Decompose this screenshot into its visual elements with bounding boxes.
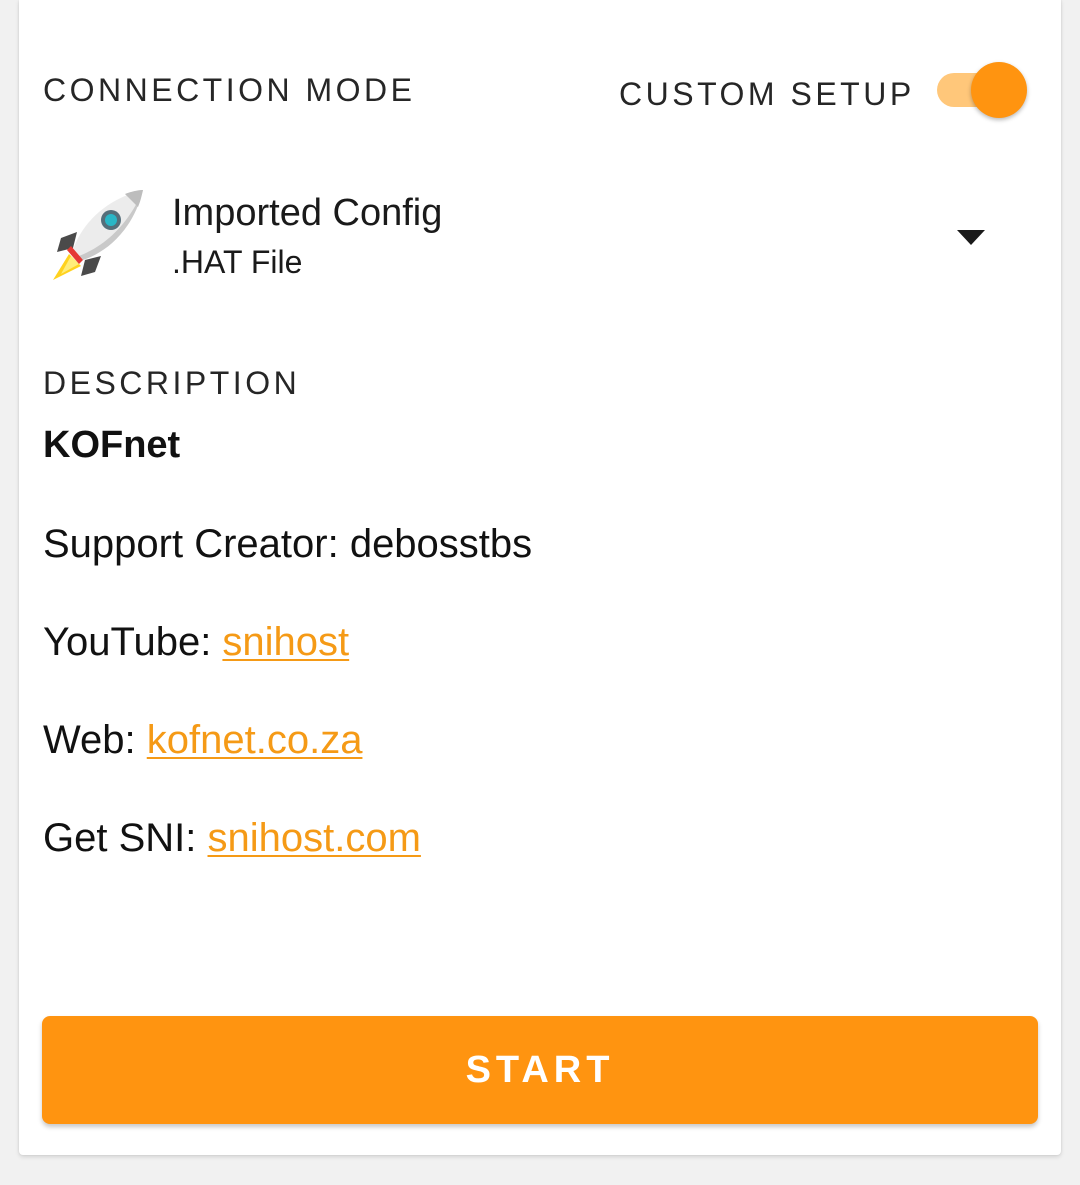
web-prefix: Web: [43, 718, 147, 762]
youtube-line: YouTube: snihost [43, 620, 349, 665]
custom-setup-toggle[interactable] [937, 62, 1027, 118]
support-creator-line: Support Creator: debosstbs [43, 522, 533, 566]
custom-setup-label: CUSTOM SETUP [619, 76, 915, 112]
get-sni-link[interactable]: snihost.com [208, 816, 421, 860]
rocket-icon [51, 188, 145, 282]
web-line: Web: kofnet.co.za [43, 718, 362, 763]
config-subtitle: .HAT File [172, 244, 303, 280]
start-button[interactable]: START [42, 1016, 1038, 1124]
get-sni-prefix: Get SNI: [43, 816, 208, 860]
youtube-link[interactable]: snihost [222, 620, 349, 664]
toggle-thumb [971, 62, 1027, 118]
description-label: DESCRIPTION [43, 365, 301, 401]
config-selector[interactable]: Imported Config .HAT File [43, 180, 1043, 290]
description-name: KOFnet [43, 424, 181, 466]
connection-card: CONNECTION MODE CUSTOM SETUP Imported Co… [19, 0, 1061, 1155]
connection-mode-label: CONNECTION MODE [43, 72, 416, 108]
get-sni-line: Get SNI: snihost.com [43, 816, 421, 861]
web-link[interactable]: kofnet.co.za [147, 718, 363, 762]
youtube-prefix: YouTube: [43, 620, 223, 664]
config-title: Imported Config [172, 192, 443, 234]
dropdown-arrow-icon[interactable] [957, 230, 985, 246]
